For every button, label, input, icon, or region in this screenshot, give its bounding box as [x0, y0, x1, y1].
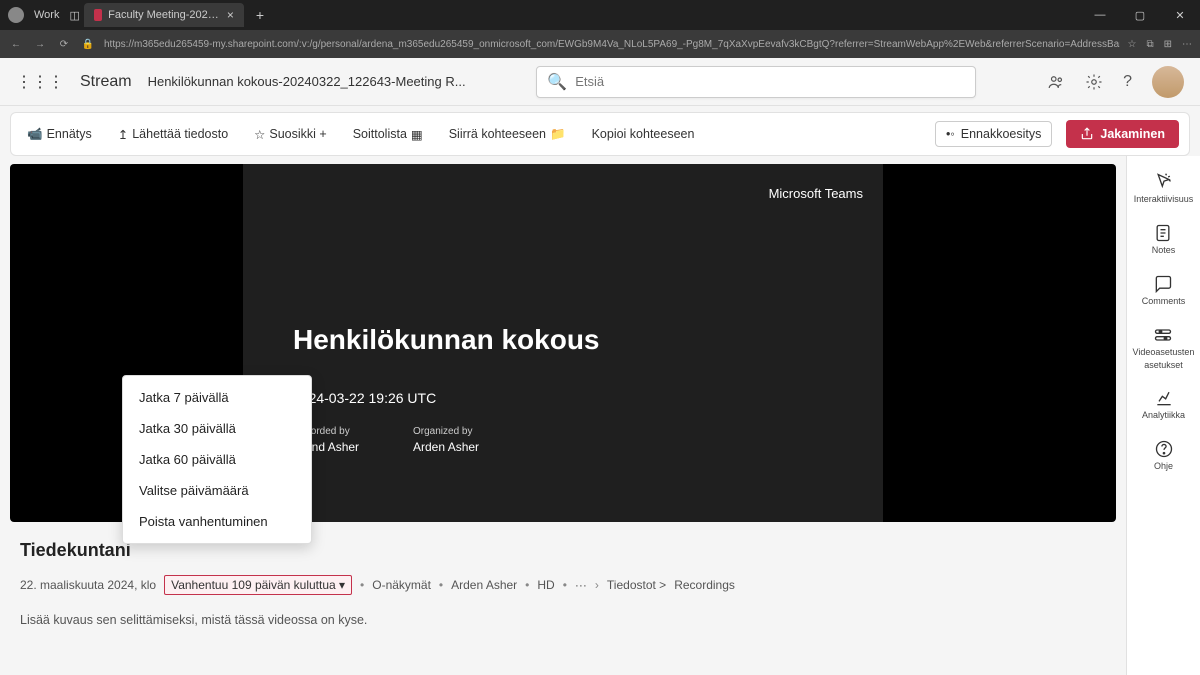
organized-by-label: Organized by [413, 426, 472, 437]
comment-icon [1153, 274, 1173, 294]
extensions-icon[interactable]: ⋯ [1182, 39, 1192, 50]
url-text[interactable]: https://m365edu265459-my.sharepoint.com/… [104, 39, 1120, 50]
upload-icon: ↥ [118, 127, 128, 142]
profile-avatar-icon[interactable] [8, 7, 24, 23]
rail-interactivity[interactable]: Interaktiivisuus [1134, 172, 1194, 205]
rail-video-settings[interactable]: Videoasetusten asetukset [1133, 325, 1195, 371]
star-outline-icon: ☆ [254, 127, 265, 142]
workspaces-icon[interactable]: ◫ [69, 9, 79, 22]
description-placeholder[interactable]: Lisää kuvaus sen selittämiseksi, mistä t… [20, 613, 1116, 627]
refresh-button[interactable]: ⟳ [56, 39, 72, 50]
back-button[interactable]: ← [8, 39, 24, 50]
profile-label[interactable]: Work [28, 7, 65, 23]
copyto-button[interactable]: Kopioi kohteeseen [586, 123, 701, 145]
record-button[interactable]: 📹 Ennätys [21, 123, 98, 146]
document-title[interactable]: Henkilökunnan kokous-20240322_122643-Mee… [148, 74, 466, 89]
search-box[interactable]: 🔍 [536, 66, 976, 98]
breadcrumb-recordings[interactable]: Recordings [674, 578, 735, 592]
favorite-button[interactable]: ☆ Suosikki + [248, 123, 333, 146]
menu-extend-7[interactable]: Jatka 7 päivällä [123, 382, 311, 413]
meta-date: 22. maaliskuuta 2024, klo [20, 578, 156, 592]
video-brand: Microsoft Teams [769, 186, 863, 201]
share-button[interactable]: Jakaminen [1066, 120, 1179, 148]
meta-owner[interactable]: Arden Asher [451, 578, 517, 592]
tab-favicon-icon [94, 9, 102, 21]
window-controls: — ▢ ✕ [1080, 9, 1200, 22]
meta-quality: HD [537, 578, 554, 592]
new-tab-button[interactable]: + [248, 7, 272, 23]
tab-close-icon[interactable]: × [227, 8, 234, 22]
camera-icon: 📹 [27, 127, 43, 142]
tab-title: Faculty Meeting-20240322_122... [108, 9, 221, 21]
cursor-icon [1154, 172, 1174, 192]
menu-extend-30[interactable]: Jatka 30 päivällä [123, 413, 311, 444]
upload-button[interactable]: ↥ Lähettää tiedosto [112, 123, 234, 146]
rail-analytics[interactable]: Analytiikka [1142, 388, 1185, 421]
minimize-button[interactable]: — [1080, 9, 1120, 22]
star-icon[interactable]: ☆ [1128, 39, 1137, 50]
forward-button[interactable]: → [32, 39, 48, 50]
rail-comments[interactable]: Comments [1142, 274, 1186, 307]
menu-extend-60[interactable]: Jatka 60 päivällä [123, 444, 311, 475]
moveto-button[interactable]: Siirrä kohteeseen 📁 [443, 123, 572, 146]
browser-addressbar: ← → ⟳ 🔒 https://m365edu265459-my.sharepo… [0, 30, 1200, 58]
video-title: Henkilökunnan kokous [293, 324, 600, 356]
app-name[interactable]: Stream [80, 73, 132, 91]
rail-notes[interactable]: Notes [1152, 223, 1176, 256]
question-circle-icon [1154, 439, 1174, 459]
favorites-icon[interactable]: ⧉ [1146, 39, 1153, 50]
settings-icon[interactable] [1085, 73, 1103, 91]
menu-pick-date[interactable]: Valitse päivämäärä [123, 475, 311, 506]
app-header: ⋮⋮⋮ Stream Henkilökunnan kokous-20240322… [0, 58, 1200, 106]
menu-remove-expiration[interactable]: Poista vanhentuminen [123, 506, 311, 537]
video-timestamp: 2024-03-22 19:26 UTC [293, 390, 436, 406]
search-icon: 🔍 [547, 72, 567, 92]
browser-tab[interactable]: Faculty Meeting-20240322_122... × [84, 3, 244, 27]
eye-icon: •◦ [946, 127, 955, 141]
breadcrumb-files[interactable]: Tiedostot > [607, 578, 666, 592]
preview-button[interactable]: •◦ Ennakkoesitys [935, 121, 1052, 147]
playlist-icon: ▦ [411, 127, 423, 142]
meta-views: O-näkymät [372, 578, 431, 592]
app-launcher-icon[interactable]: ⋮⋮⋮ [16, 72, 64, 92]
video-slate: Microsoft Teams Henkilökunnan kokous 202… [243, 164, 883, 522]
collections-icon[interactable]: ⊞ [1164, 39, 1172, 50]
app-surface: ⋮⋮⋮ Stream Henkilökunnan kokous-20240322… [0, 58, 1200, 675]
search-input[interactable] [575, 74, 965, 89]
share-icon [1080, 127, 1094, 141]
browser-titlebar: Work ◫ Faculty Meeting-20240322_122... ×… [0, 0, 1200, 30]
analytics-icon [1154, 388, 1174, 408]
meta-more-button[interactable]: ··· [575, 578, 587, 592]
maximize-button[interactable]: ▢ [1120, 9, 1160, 22]
expires-chip[interactable]: Vanhentuu 109 päivän kuluttua ▾ [164, 575, 352, 595]
sliders-icon [1153, 325, 1173, 345]
rail-help[interactable]: Ohje [1154, 439, 1174, 472]
video-metadata-row: 22. maaliskuuta 2024, klo Vanhentuu 109 … [20, 575, 1116, 595]
people-icon[interactable] [1047, 73, 1065, 91]
playlist-button[interactable]: Soittolista ▦ [347, 123, 429, 146]
expiration-context-menu: Jatka 7 päivällä Jatka 30 päivällä Jatka… [122, 375, 312, 544]
toolbar: 📹 Ennätys ↥ Lähettää tiedosto ☆ Suosikki… [10, 112, 1190, 156]
help-icon[interactable]: ? [1123, 73, 1132, 91]
right-rail: Interaktiivisuus Notes Comments Videoase… [1126, 156, 1200, 675]
lock-icon: 🔒 [80, 39, 96, 50]
user-avatar[interactable] [1152, 66, 1184, 98]
folder-move-icon: 📁 [550, 127, 566, 142]
organized-by-name: Arden Asher [413, 440, 479, 454]
notes-icon [1153, 223, 1173, 243]
close-window-button[interactable]: ✕ [1160, 9, 1200, 22]
